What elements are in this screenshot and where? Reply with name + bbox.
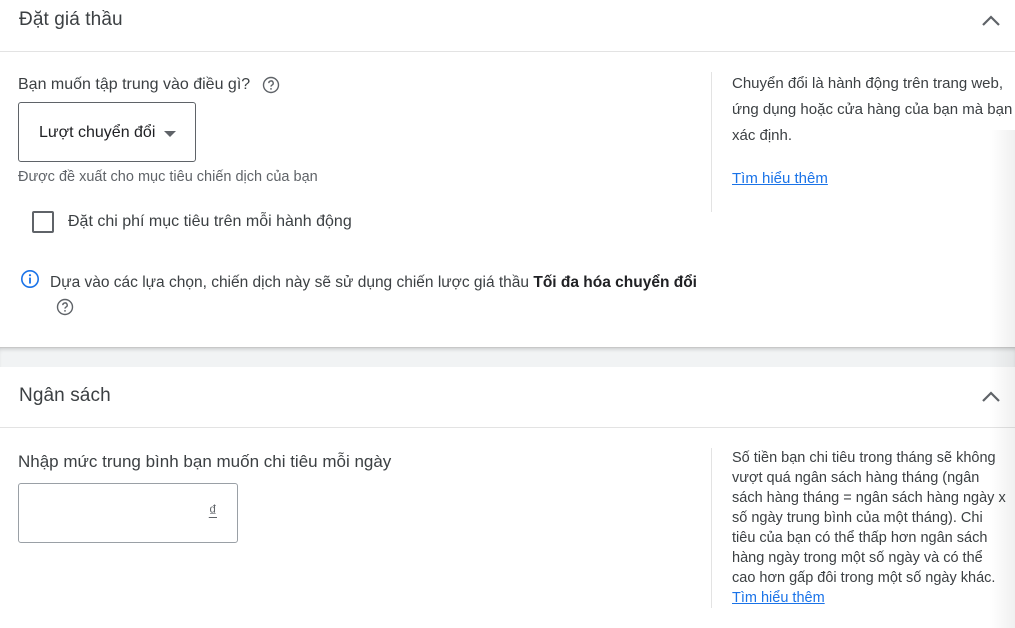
- chevron-up-icon[interactable]: [979, 10, 1003, 34]
- budget-explanation: Số tiền bạn chi tiêu trong tháng sẽ khôn…: [732, 448, 1008, 608]
- column-divider: [711, 72, 712, 212]
- focus-question-label: Bạn muốn tập trung vào điều gì?: [18, 76, 251, 93]
- help-circle-icon[interactable]: [56, 298, 74, 316]
- bidding-strategy-name: Tối đa hóa chuyển đổi: [533, 274, 697, 291]
- focus-dropdown[interactable]: Lượt chuyển đổi: [18, 102, 196, 162]
- daily-budget-input[interactable]: ₫: [18, 483, 238, 543]
- learn-more-link[interactable]: Tìm hiểu thêm: [732, 166, 828, 192]
- section-separator: [0, 347, 1015, 367]
- help-circle-icon[interactable]: [262, 76, 280, 94]
- conversion-explanation-line: ứng dụng hoặc cửa hàng của bạn mà bạn: [732, 101, 1013, 118]
- conversion-explanation-line: xác định.: [732, 127, 793, 144]
- bidding-section-title: Đặt giá thầu: [19, 9, 123, 30]
- target-cpa-checkbox[interactable]: [32, 211, 54, 233]
- learn-more-link[interactable]: Tìm hiểu thêm: [732, 590, 825, 606]
- focus-dropdown-value: Lượt chuyển đổi: [39, 124, 156, 141]
- budget-section-title: Ngân sách: [19, 385, 111, 406]
- daily-budget-prompt: Nhập mức trung bình bạn muốn chi tiêu mỗ…: [18, 452, 392, 471]
- currency-symbol: ₫: [208, 503, 217, 520]
- bidding-strategy-info-text: Dựa vào các lựa chọn, chiến dịch này sẽ …: [50, 274, 534, 291]
- caret-down-icon: [164, 131, 176, 137]
- bidding-strategy-info: Dựa vào các lựa chọn, chiến dịch này sẽ …: [50, 270, 700, 322]
- recommended-hint: Được đề xuất cho mục tiêu chiến dịch của…: [18, 169, 318, 185]
- budget-section-header[interactable]: Ngân sách: [0, 367, 1015, 428]
- budget-explanation-text: Số tiền bạn chi tiêu trong tháng sẽ khôn…: [732, 450, 1006, 586]
- chevron-up-icon[interactable]: [979, 386, 1003, 410]
- column-divider: [711, 448, 712, 608]
- target-cpa-checkbox-label[interactable]: Đặt chi phí mục tiêu trên mỗi hành động: [68, 213, 352, 231]
- campaign-settings-page: Đặt giá thầu Bạn muốn tập trung vào điều…: [0, 0, 1015, 628]
- bidding-section-header[interactable]: Đặt giá thầu: [0, 0, 1015, 52]
- info-icon: [20, 269, 40, 289]
- conversion-explanation: Chuyển đổi là hành động trên trang web, …: [732, 71, 1012, 149]
- conversion-explanation-line: Chuyển đổi là hành động trên trang web,: [732, 75, 1004, 92]
